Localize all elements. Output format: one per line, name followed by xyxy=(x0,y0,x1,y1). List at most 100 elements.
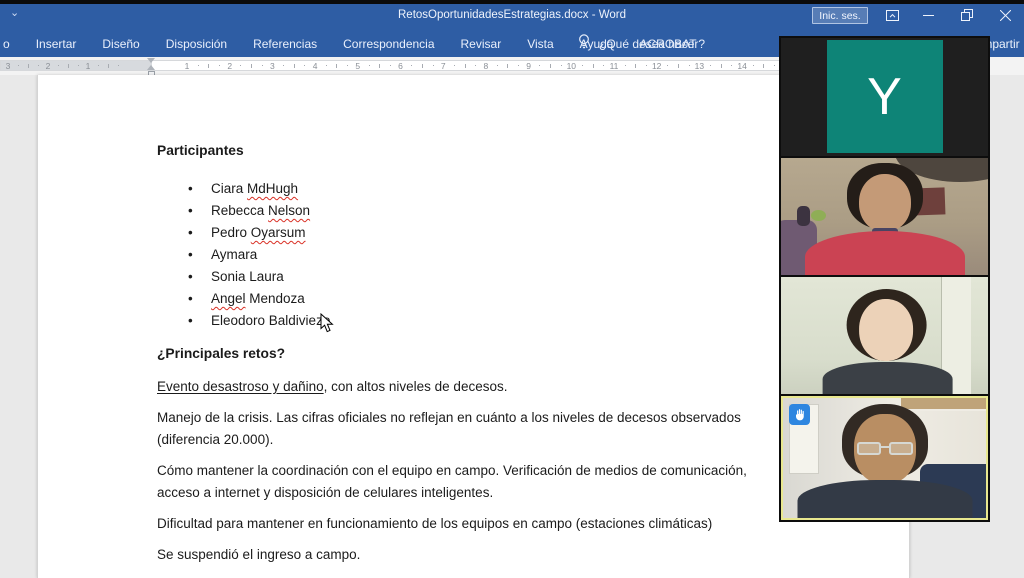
bullet-glyph: • xyxy=(188,200,193,222)
para-evento: Evento desastroso y dañino, con altos ni… xyxy=(157,376,847,398)
list-item: • Eleodoro Baldiviezo xyxy=(157,310,847,332)
misspelled-word: Angel xyxy=(211,291,246,306)
participants-list: • Ciara MdHugh • Rebecca Nelson • Pedro Oyars… xyxy=(157,178,847,332)
ribbon-display-options-icon[interactable] xyxy=(877,4,907,26)
ruler-number: 6 xyxy=(398,61,403,71)
para-manejo: Manejo de la crisis. Las cifras oficiale… xyxy=(157,407,847,451)
ruler-number: 1 xyxy=(86,61,91,71)
word-window: ⌄ RetosOportunidadesEstrategias.docx - W… xyxy=(0,0,1024,578)
text-run: , con altos niveles de decesos. xyxy=(324,379,508,394)
mouse-cursor-icon xyxy=(320,313,334,338)
ruler-number: 4 xyxy=(313,61,318,71)
bullet-glyph: • xyxy=(188,310,193,332)
ruler-number: 9 xyxy=(526,61,531,71)
sign-in-button[interactable]: Inic. ses. xyxy=(812,7,868,24)
lightbulb-icon xyxy=(578,34,590,53)
paragraph-line: Cómo mantener la coordinación con el equ… xyxy=(157,460,847,482)
ruler-number: 10 xyxy=(567,61,576,71)
bullet-glyph: • xyxy=(188,266,193,288)
window-title: RetosOportunidadesEstrategias.docx - Wor… xyxy=(0,9,1024,21)
video-tile-camera-2[interactable] xyxy=(781,277,988,394)
paragraph-line: (diferencia 20.000). xyxy=(157,429,847,451)
ruler-number: 1 xyxy=(185,61,190,71)
text-run: Se suspendió el ingreso a campo. xyxy=(157,547,360,562)
glasses xyxy=(857,442,913,455)
participant-initial: Y xyxy=(867,71,902,123)
text-run: Dificultad para mantener en funcionamien… xyxy=(157,516,712,531)
paragraph-line: Manejo de la crisis. Las cifras oficiale… xyxy=(157,407,847,429)
tell-me-label: ¿Qué desea hacer? xyxy=(599,37,705,51)
participants-heading: Participantes xyxy=(157,141,847,161)
text-run: Ciara xyxy=(211,181,247,196)
hanging-indent-marker[interactable] xyxy=(147,65,155,70)
tab-vista[interactable]: Vista xyxy=(527,37,553,51)
tab-diseño[interactable]: Diseño xyxy=(102,37,139,51)
document-content: Participantes • Ciara MdHugh • Rebecca Nelso… xyxy=(157,141,847,575)
ruler-band: 321123456789101112131415 xyxy=(0,60,910,71)
para-suspension: Se suspendió el ingreso a campo. xyxy=(157,544,847,566)
challenges-heading: ¿Principales retos? xyxy=(157,343,847,365)
ruler-number: 5 xyxy=(355,61,360,71)
video-tile-initial[interactable]: Y xyxy=(781,38,988,156)
underlined-text: Evento desastroso y dañino xyxy=(157,379,324,394)
list-item: • Aymara xyxy=(157,244,847,266)
video-call-panel: Y xyxy=(779,36,990,522)
video-tile-camera-3-active-speaker[interactable] xyxy=(781,396,988,520)
bullet-glyph: • xyxy=(188,288,193,310)
restore-icon[interactable] xyxy=(952,4,982,26)
text-run: (diferencia 20.000). xyxy=(157,432,273,447)
tell-me-search[interactable]: ¿Qué desea hacer? xyxy=(578,30,705,57)
list-item: • Pedro Oyarsum xyxy=(157,222,847,244)
text-run: Rebecca xyxy=(211,203,268,218)
close-icon[interactable] xyxy=(990,4,1020,26)
para-dificultad: Dificultad para mantener en funcionamien… xyxy=(157,513,847,535)
ruler-number: 3 xyxy=(6,61,11,71)
text-run: Mendoza xyxy=(246,291,305,306)
bullet-glyph: • xyxy=(188,178,193,200)
text-run: Aymara xyxy=(211,247,257,262)
ruler-number: 11 xyxy=(610,61,619,71)
tab-disposición[interactable]: Disposición xyxy=(166,37,227,51)
bullet-glyph: • xyxy=(188,244,193,266)
ruler-number: 2 xyxy=(227,61,232,71)
text-run: Sonia Laura xyxy=(211,269,284,284)
first-line-indent-marker[interactable] xyxy=(147,58,155,63)
misspelled-word: Oyarsum xyxy=(251,225,306,240)
video-tile-camera-1[interactable] xyxy=(781,158,988,275)
raised-hand-icon xyxy=(789,404,810,425)
text-run: Cómo mantener la coordinación con el equ… xyxy=(157,463,747,478)
text-run: acceso a internet y disposición de celul… xyxy=(157,485,493,500)
ruler-margin-zone xyxy=(1,61,152,70)
ruler-number: 3 xyxy=(270,61,275,71)
minimize-icon[interactable] xyxy=(913,4,943,26)
paragraph-line: Se suspendió el ingreso a campo. xyxy=(157,544,847,566)
ruler-number: 13 xyxy=(695,61,704,71)
tab-correspondencia[interactable]: Correspondencia xyxy=(343,37,434,51)
text-run: Manejo de la crisis. Las cifras oficiale… xyxy=(157,410,741,425)
ruler-number: 7 xyxy=(441,61,446,71)
tab-o[interactable]: o xyxy=(3,37,10,51)
list-item: • Rebecca Nelson xyxy=(157,200,847,222)
title-bar: ⌄ RetosOportunidadesEstrategias.docx - W… xyxy=(0,0,1024,30)
tab-revisar[interactable]: Revisar xyxy=(461,37,502,51)
list-item: • Sonia Laura xyxy=(157,266,847,288)
list-item: • Ciara MdHugh xyxy=(157,178,847,200)
paragraph-line: Evento desastroso y dañino, con altos ni… xyxy=(157,376,847,398)
participant-initial-box: Y xyxy=(827,40,943,153)
tab-referencias[interactable]: Referencias xyxy=(253,37,317,51)
misspelled-word: MdHugh xyxy=(247,181,298,196)
text-run: Eleodoro Baldiviezo xyxy=(211,313,330,328)
screen-top-strip xyxy=(0,0,1024,4)
para-coordinacion: Cómo mantener la coordinación con el equ… xyxy=(157,460,847,504)
ruler-number: 2 xyxy=(46,61,51,71)
ruler-number: 8 xyxy=(484,61,489,71)
ruler-number: 14 xyxy=(737,61,746,71)
list-item: • Angel Mendoza xyxy=(157,288,847,310)
paragraph-line: Dificultad para mantener en funcionamien… xyxy=(157,513,847,535)
tab-insertar[interactable]: Insertar xyxy=(36,37,77,51)
ruler-number: 12 xyxy=(652,61,661,71)
paragraph-line: acceso a internet y disposición de celul… xyxy=(157,482,847,504)
misspelled-word: Nelson xyxy=(268,203,310,218)
bullet-glyph: • xyxy=(188,222,193,244)
text-run: Pedro xyxy=(211,225,251,240)
